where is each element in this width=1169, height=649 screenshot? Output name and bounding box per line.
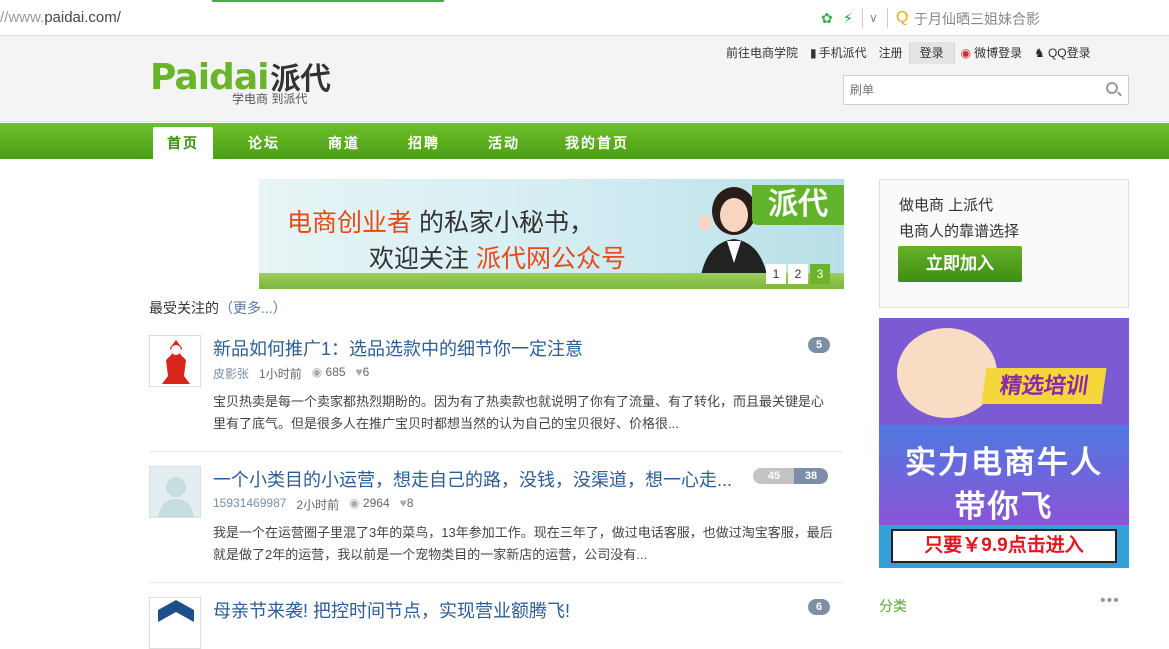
link-qq-login[interactable]: ♞ QQ登录 [1028, 42, 1096, 64]
banner-page-1[interactable]: 1 [766, 264, 786, 284]
eye-icon: ◉ [311, 365, 326, 379]
ad-bottom-panel: 只要￥9.9点击进入 [879, 525, 1129, 568]
site-search [843, 75, 1129, 105]
list-item: 母亲节来袭! 把控时间节点，实现营业额腾飞! 6 [149, 597, 843, 649]
ad-headline-2: 带你飞 [954, 489, 1054, 524]
qq-icon: ♞ [1034, 46, 1045, 60]
ad-tag: 精选培训 [981, 368, 1107, 404]
weibo-icon: ◉ [960, 46, 972, 60]
nav-business[interactable]: 商道 [314, 127, 374, 159]
site-logo[interactable]: Paidai派代 学电商 到派代 [150, 54, 330, 106]
banner-grass [259, 273, 844, 289]
secure-icon[interactable]: ✿ [821, 9, 833, 27]
post-title[interactable]: 一个小类目的小运营，想走自己的路，没钱，没渠道，想一心走... [213, 466, 732, 492]
post-title[interactable]: 母亲节来袭! 把控时间节点，实现营业额腾飞! [213, 597, 570, 623]
banner-page-3[interactable]: 3 [810, 264, 830, 284]
section-title: 最受关注的 [149, 300, 219, 316]
banner-line-2: 欢迎关注 派代网公众号 [369, 245, 626, 273]
divider [149, 451, 843, 452]
more-icon[interactable]: ••• [1100, 592, 1120, 610]
post-author[interactable]: 皮影张 [213, 365, 249, 382]
reply-count-badge: 5 [808, 337, 831, 353]
url-domain: paidai.com/ [44, 9, 121, 26]
post-meta: 15931469987 2小时前 ◉ 2964 ♥8 [213, 496, 413, 513]
ad-headline-1: 实力电商牛人 [905, 445, 1103, 480]
logo-avatar-icon [158, 600, 194, 622]
post-summary: 宝贝热卖是每一个卖家都热烈期盼的。因为有了热卖款也就说明了你有了流量、有了转化，… [213, 394, 825, 431]
banner-line-1: 电商创业者 的私家小秘书， [287, 209, 594, 237]
logo-tagline: 学电商 到派代 [232, 92, 308, 106]
nav-forum[interactable]: 论坛 [234, 127, 294, 159]
post-likes: ♥6 [355, 365, 370, 379]
banner-page-2[interactable]: 2 [788, 264, 808, 284]
header-links: 前往电商学院 ▮ 手机派代 注册 登录 ◉ 微博登录 ♞ QQ登录 [720, 42, 1097, 64]
nav-home[interactable]: 首页 [153, 127, 213, 159]
browser-search-suggestion[interactable]: 于月仙晒三姐妹合影 [914, 9, 1040, 29]
link-login[interactable]: 登录 [908, 42, 955, 64]
banner-pager: 1 2 3 [766, 264, 830, 284]
link-mobile[interactable]: ▮ 手机派代 [804, 42, 873, 64]
heart-icon: ♥ [399, 496, 407, 510]
chevron-down-icon[interactable]: ∨ [869, 9, 878, 27]
join-box: 做电商 上派代 电商人的靠谱选择 立即加入 [879, 179, 1129, 308]
ad-middle-panel: 实力电商牛人 带你飞 [879, 425, 1129, 525]
link-weibo-login[interactable]: ◉ 微博登录 [955, 42, 1029, 64]
url-field[interactable]: //www.paidai.com/ [0, 9, 121, 26]
link-academy[interactable]: 前往电商学院 [720, 42, 804, 64]
divider [887, 8, 888, 28]
category-heading: 分类 [879, 598, 907, 614]
default-avatar-icon [158, 477, 194, 517]
ad-top-panel: 精选培训 [879, 318, 1129, 425]
post-author[interactable]: 15931469987 [213, 496, 286, 513]
url-prefix: //www. [0, 9, 45, 26]
divider [862, 8, 863, 28]
cartoon-face-icon [897, 328, 997, 418]
site-header: Paidai派代 学电商 到派代 前往电商学院 ▮ 手机派代 注册 登录 ◉ 微博登… [0, 36, 1169, 122]
reply-count-badge: 38 [794, 468, 828, 484]
reply-count-badge: 6 [808, 599, 831, 615]
lightning-icon[interactable]: ⚡ [843, 9, 853, 27]
join-now-button[interactable]: 立即加入 [898, 246, 1022, 282]
avatar[interactable] [149, 466, 201, 518]
post-likes: ♥8 [399, 496, 414, 510]
avatar[interactable] [149, 597, 201, 649]
view-count-badge: 45 [753, 468, 795, 484]
phone-icon: ▮ [810, 46, 817, 60]
post-title[interactable]: 新品如何推广1：选品选款中的细节你一定注意 [213, 335, 583, 361]
nav-jobs[interactable]: 招聘 [394, 127, 454, 159]
section-header: 最受关注的（更多...） [149, 298, 287, 318]
training-ad[interactable]: 精选培训 实力电商牛人 带你飞 只要￥9.9点击进入 [879, 318, 1129, 568]
join-subtitle: 电商人的靠谱选择 [899, 223, 1020, 240]
browser-address-bar: //www.paidai.com/ ✿ ⚡ ∨ Q 于月仙晒三姐妹合影 [0, 0, 1169, 36]
post-summary: 我是一个在运营圈子里混了3年的菜鸟，13年参加工作。现在三年了，做过电话客服，也… [213, 525, 833, 562]
promo-banner[interactable]: 电商创业者 的私家小秘书， 欢迎关注 派代网公众号 派代 [259, 179, 844, 289]
main-nav: 首页 论坛 商道 招聘 活动 我的首页 [0, 123, 1169, 159]
post-time: 2小时前 [296, 498, 340, 512]
nav-events[interactable]: 活动 [474, 127, 534, 159]
post-meta: 皮影张 1小时前 ◉ 685 ♥6 [213, 365, 369, 382]
search-engine-icon[interactable]: Q [896, 9, 908, 27]
avatar-figure-icon [162, 340, 190, 384]
search-icon[interactable] [1106, 82, 1118, 94]
ad-cta-button[interactable]: 只要￥9.9点击进入 [891, 529, 1117, 563]
link-register[interactable]: 注册 [873, 42, 909, 64]
post-views: ◉ 685 [311, 365, 346, 379]
divider [149, 582, 843, 583]
post-views: ◉ 2964 [349, 496, 390, 510]
nav-my-home[interactable]: 我的首页 [559, 127, 635, 159]
search-input[interactable] [844, 76, 1084, 104]
list-item: 一个小类目的小运营，想走自己的路，没钱，没渠道，想一心走... 15931469… [149, 466, 843, 596]
eye-icon: ◉ [349, 496, 363, 510]
avatar[interactable] [149, 335, 201, 387]
banner-brand: 派代 [752, 185, 844, 225]
section-more-link[interactable]: （更多...） [219, 300, 287, 316]
post-time: 1小时前 [259, 367, 302, 381]
tab-indicator [212, 0, 444, 2]
join-slogan: 做电商 上派代 [899, 197, 994, 214]
heart-icon: ♥ [355, 365, 363, 379]
list-item: 新品如何推广1：选品选款中的细节你一定注意 皮影张 1小时前 ◉ 685 ♥6 … [149, 335, 843, 465]
